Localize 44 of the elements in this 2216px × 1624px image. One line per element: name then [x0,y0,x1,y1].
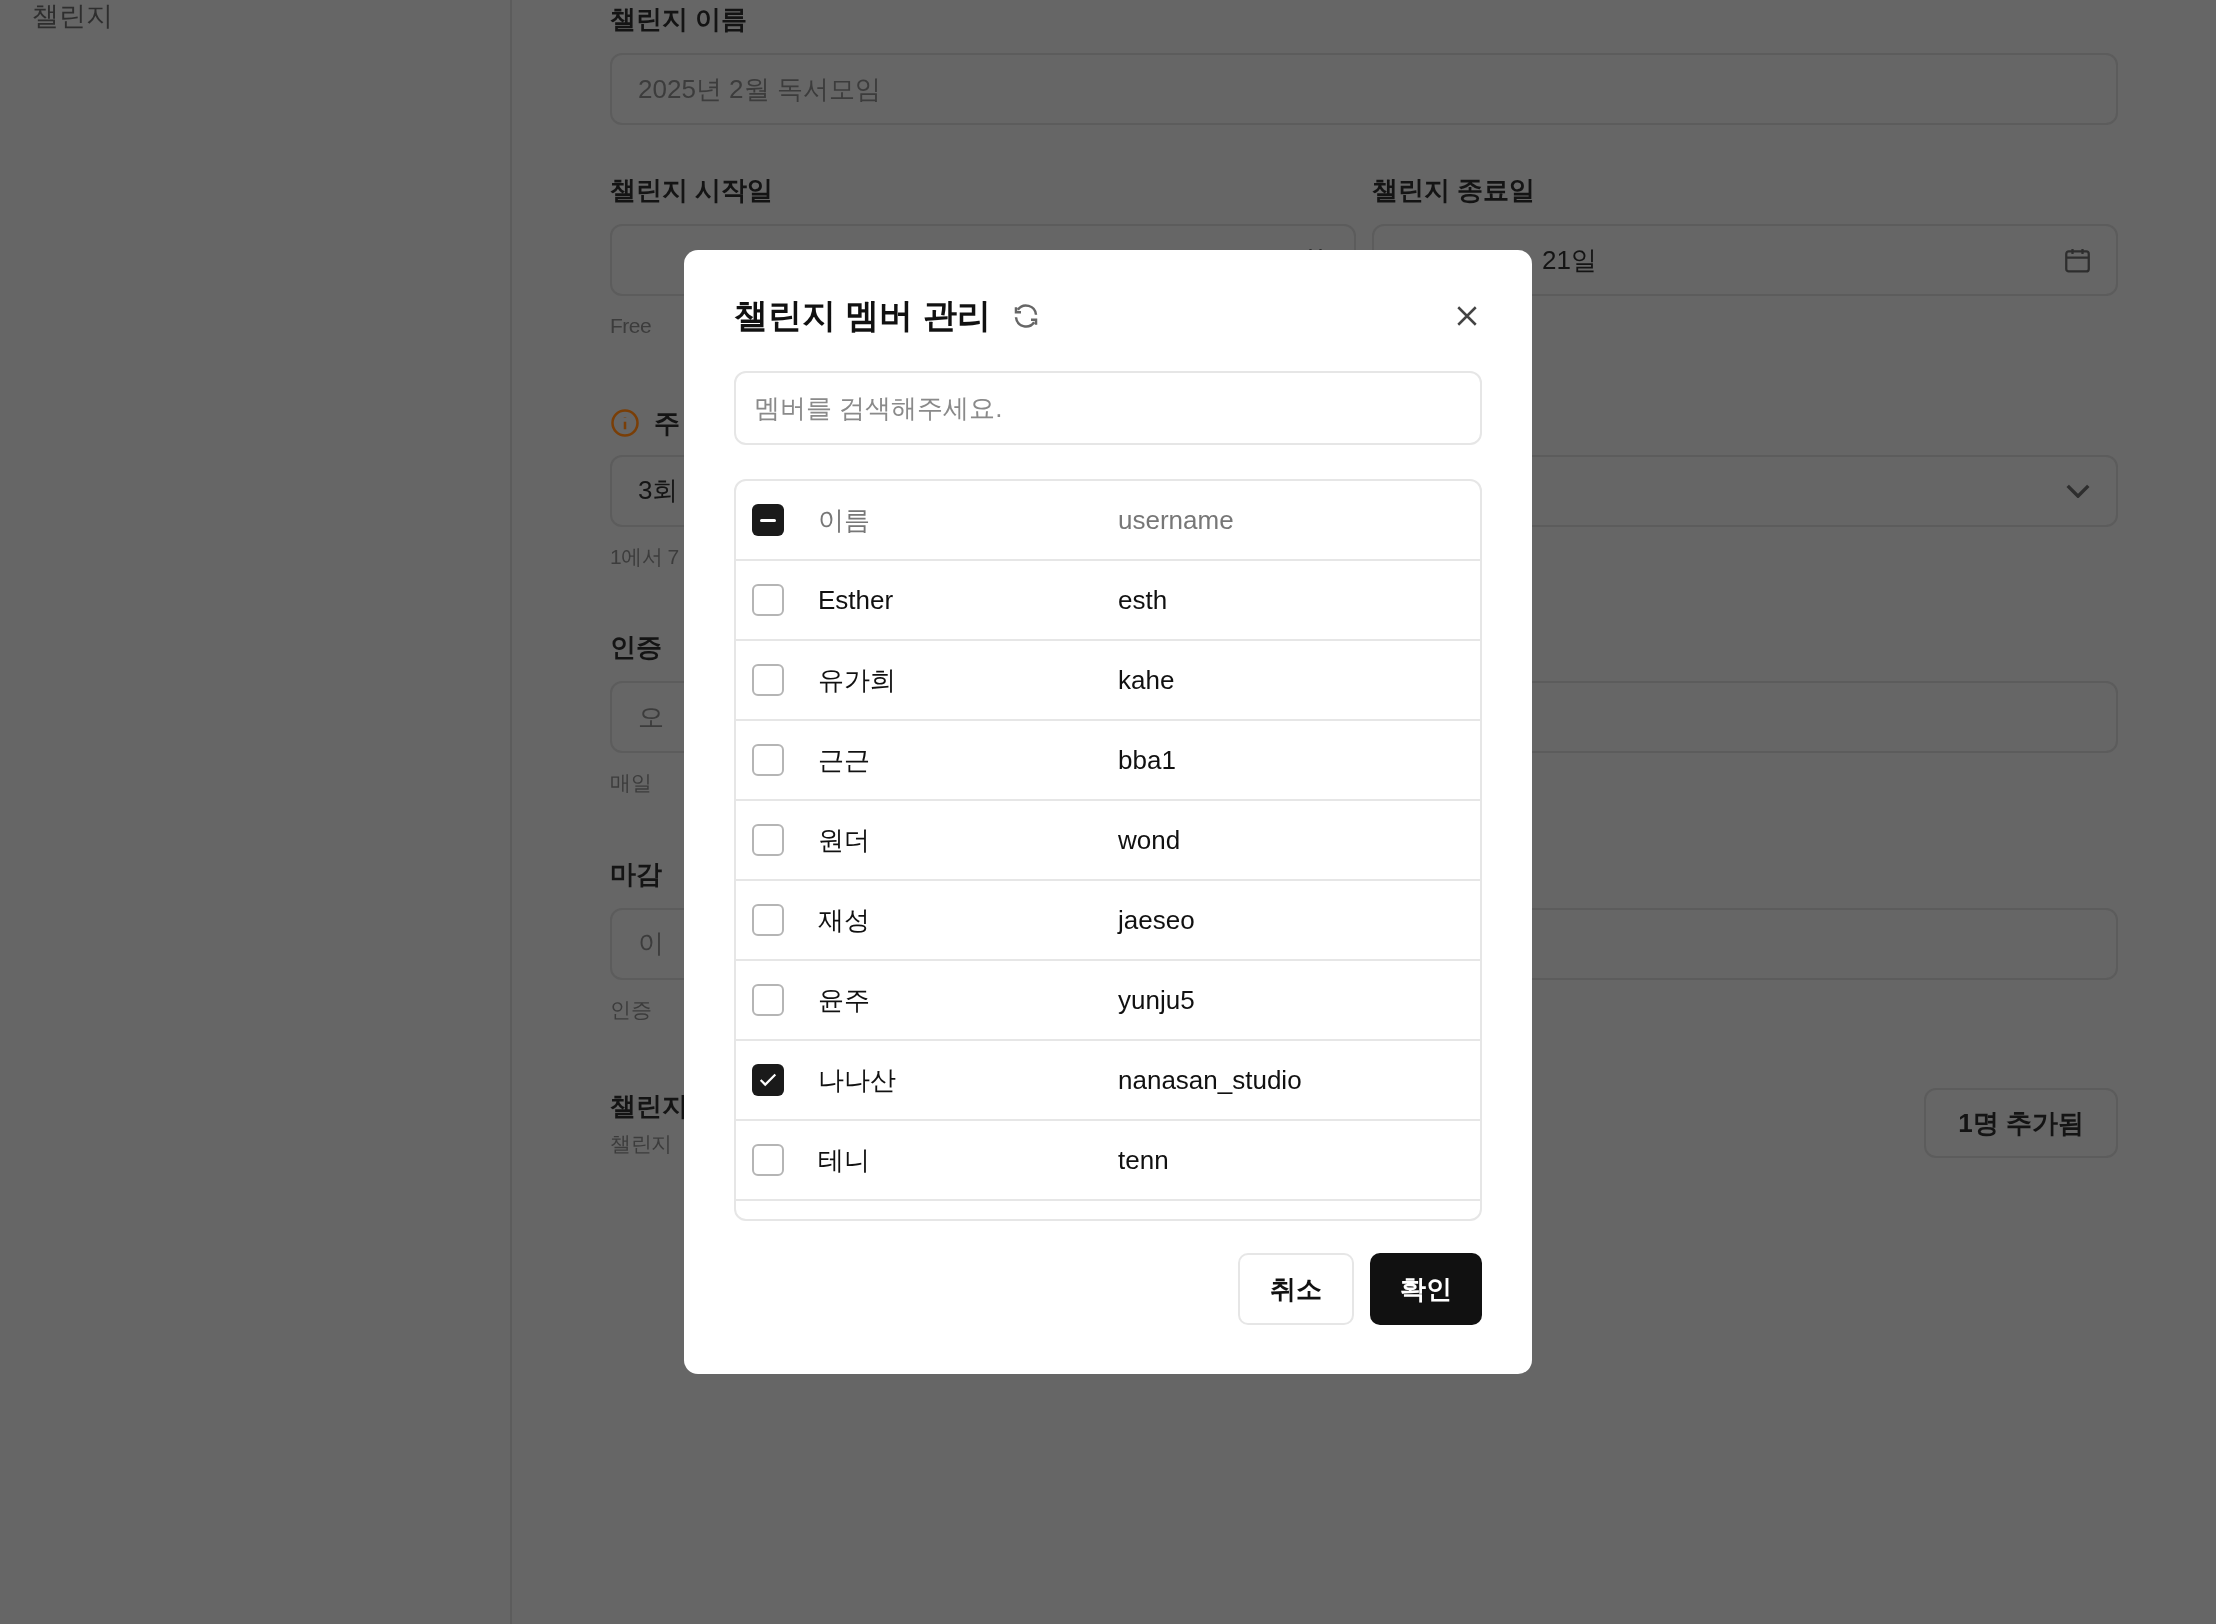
chevron-down-icon [2066,483,2090,498]
field-label: 챌린지 [610,1090,688,1123]
column-header: 이름 [818,503,871,537]
table-cell-text: yunju5 [1118,983,1195,1017]
column-header: username [1118,503,1234,537]
table-cell-text: nanasan_studio [1118,1063,1302,1097]
minus-icon [760,518,776,522]
dialog-title: 챌린지 멤버 관리 [734,295,991,336]
table-cell-text: esth [1118,583,1168,617]
checkbox[interactable] [752,1064,784,1096]
checkbox[interactable] [752,744,784,776]
field-label: 마감 [610,857,662,891]
field-label: 챌린지 종료일 [1372,174,1536,207]
table-cell-text: wond [1118,823,1181,857]
table-cell-text: 재성 [818,903,871,937]
search-field[interactable]: 멤버를 검색해주세요. [734,371,1482,445]
field-label: 챌린지 시작일 [610,174,774,207]
checkbox[interactable] [752,584,784,616]
checkbox[interactable] [752,1144,784,1176]
info-icon [610,408,640,438]
field-label: 챌린지 이름 [610,3,748,36]
checkbox[interactable] [752,664,784,696]
checkbox[interactable] [752,824,784,856]
table-cell-text: 유가희 [818,663,897,697]
table-cell-text: jaeseo [1118,903,1195,937]
checkbox[interactable] [752,984,784,1016]
table-cell-text: 윤주 [818,983,871,1017]
table-cell-text: 근근 [818,743,871,777]
field-label: 주 [654,406,680,440]
table-cell-text: bba1 [1118,743,1176,777]
table-cell-text: 테니 [818,1143,871,1177]
table-cell-text: tenn [1118,1143,1169,1177]
confirm-button[interactable]: 확인 [1370,1253,1482,1325]
field-label: 인증 [610,631,662,664]
sidebar-item[interactable]: 챌린지 [32,0,510,37]
cancel-button[interactable]: 취소 [1238,1253,1354,1325]
checkbox[interactable] [752,504,784,536]
table-cell-text: 원더 [818,823,871,857]
calendar-icon [2065,246,2090,274]
table-cell-text: kahe [1118,663,1175,697]
table-cell-text: Esther [818,583,895,617]
checkbox[interactable] [752,904,784,936]
table-cell-text: 나나산 [818,1063,897,1097]
members-added-button[interactable]: 1명 추가됨 [1924,1088,2118,1159]
